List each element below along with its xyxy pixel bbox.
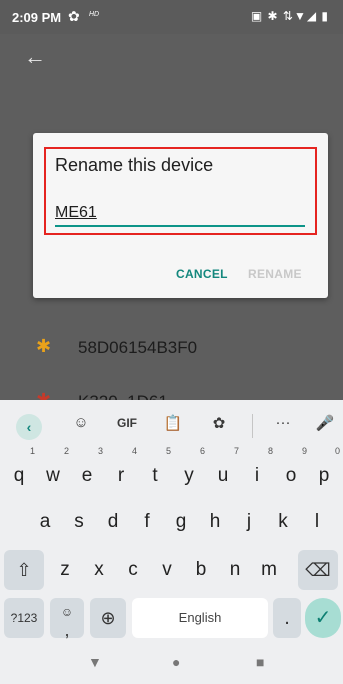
hd-icon: HD — [89, 11, 100, 18]
key-label: u — [217, 465, 229, 486]
space-key[interactable]: English — [132, 598, 268, 638]
bluetooth-icon: ✱ — [36, 336, 52, 356]
emoji-comma-key[interactable]: ☺, — [50, 598, 84, 640]
key-y[interactable]: y6 — [174, 447, 205, 496]
key-d[interactable]: d — [98, 502, 128, 542]
key-l[interactable]: l — [302, 502, 332, 542]
key-label: o — [285, 465, 297, 486]
key-f[interactable]: f — [132, 502, 162, 542]
status-bar: 2:09 PM ✿ HD ▣ ✱ ⇅▼◢ ▮ — [0, 0, 343, 34]
key-z[interactable]: z — [50, 550, 80, 590]
list-item[interactable]: ✱ 58D06154B3F0 — [0, 328, 343, 368]
key-label: t — [152, 465, 158, 486]
key-label: r — [117, 465, 125, 486]
dialog-title: Rename this device — [55, 155, 214, 175]
key-label: y — [184, 465, 194, 486]
system-status-icons: ▣ ✱ ⇅▼◢ ▮ — [250, 9, 329, 23]
gear-icon: ✿ — [68, 8, 80, 24]
key-s[interactable]: s — [64, 502, 94, 542]
key-a[interactable]: a — [30, 502, 60, 542]
key-q[interactable]: q1 — [4, 447, 35, 496]
key-u[interactable]: u7 — [208, 447, 239, 496]
navigation-bar: ▼ ● ■ — [0, 644, 343, 684]
period-key[interactable]: . — [273, 598, 301, 638]
mic-icon[interactable]: 🎤 — [310, 414, 340, 432]
comma-label: , — [64, 620, 70, 640]
keyboard: ‹ ☺ GIF 📋 ✿ ··· 🎤 q1 w2 e3 r4 t5 y6 u7 i… — [0, 400, 343, 684]
cancel-button[interactable]: CANCEL — [176, 267, 228, 281]
toolbar-divider — [252, 414, 253, 438]
home-nav-icon[interactable]: ● — [172, 654, 180, 670]
key-label: q — [13, 465, 25, 486]
backspace-key[interactable]: ⌫ — [298, 550, 338, 590]
key-e[interactable]: e3 — [72, 447, 103, 496]
key-v[interactable]: v — [152, 550, 182, 590]
key-label: i — [254, 465, 260, 486]
status-time: 2:09 PM — [12, 10, 62, 25]
key-hint: 5 — [165, 446, 171, 456]
key-r[interactable]: r4 — [106, 447, 137, 496]
key-hint: 6 — [199, 446, 205, 456]
globe-icon: ⊕ — [100, 608, 116, 628]
key-label: w — [46, 465, 60, 486]
back-nav-icon[interactable]: ▼ — [88, 654, 102, 670]
chevron-left-icon[interactable]: ‹ — [16, 414, 42, 440]
key-label: e — [81, 465, 93, 486]
language-key[interactable]: ⊕ — [90, 598, 126, 638]
enter-key[interactable]: ✓ — [305, 598, 341, 638]
recents-nav-icon[interactable]: ■ — [256, 654, 264, 670]
key-m[interactable]: m — [254, 550, 284, 590]
key-hint: 7 — [233, 446, 239, 456]
device-name-input-value[interactable]: ME61 — [55, 204, 97, 222]
key-hint: 0 — [334, 446, 340, 456]
key-hint: 8 — [267, 446, 273, 456]
shift-icon: ⇧ — [16, 560, 32, 580]
more-button[interactable]: ··· — [268, 414, 298, 431]
shift-key[interactable]: ⇧ — [4, 550, 44, 590]
key-t[interactable]: t5 — [140, 447, 171, 496]
keyboard-toolbar: ‹ ☺ GIF 📋 ✿ ··· 🎤 — [0, 400, 343, 450]
key-hint: 9 — [301, 446, 307, 456]
key-p[interactable]: p0 — [309, 447, 340, 496]
key-hint: 3 — [97, 446, 103, 456]
key-hint: 2 — [63, 446, 69, 456]
sticker-icon[interactable]: ☺ — [66, 414, 96, 431]
symbols-key[interactable]: ?123 — [4, 598, 44, 638]
key-k[interactable]: k — [268, 502, 298, 542]
key-g[interactable]: g — [166, 502, 196, 542]
key-label: p — [318, 465, 330, 486]
key-x[interactable]: x — [84, 550, 114, 590]
key-o[interactable]: o9 — [276, 447, 307, 496]
key-n[interactable]: n — [220, 550, 250, 590]
settings-gear-icon[interactable]: ✿ — [204, 414, 234, 432]
clipboard-icon[interactable]: 📋 — [158, 414, 188, 432]
backspace-icon: ⌫ — [305, 560, 331, 580]
key-h[interactable]: h — [200, 502, 230, 542]
key-i[interactable]: i8 — [242, 447, 273, 496]
key-w[interactable]: w2 — [38, 447, 69, 496]
rename-button[interactable]: RENAME — [248, 267, 302, 281]
rename-dialog: Rename this device ME61 CANCEL RENAME — [33, 133, 328, 298]
emoji-icon: ☺ — [60, 605, 74, 619]
gif-button[interactable]: GIF — [112, 416, 142, 430]
key-b[interactable]: b — [186, 550, 216, 590]
check-icon: ✓ — [314, 607, 332, 629]
device-name: 58D06154B3F0 — [78, 338, 198, 357]
key-hint: 4 — [131, 446, 137, 456]
key-c[interactable]: c — [118, 550, 148, 590]
key-j[interactable]: j — [234, 502, 264, 542]
key-hint: 1 — [29, 446, 35, 456]
